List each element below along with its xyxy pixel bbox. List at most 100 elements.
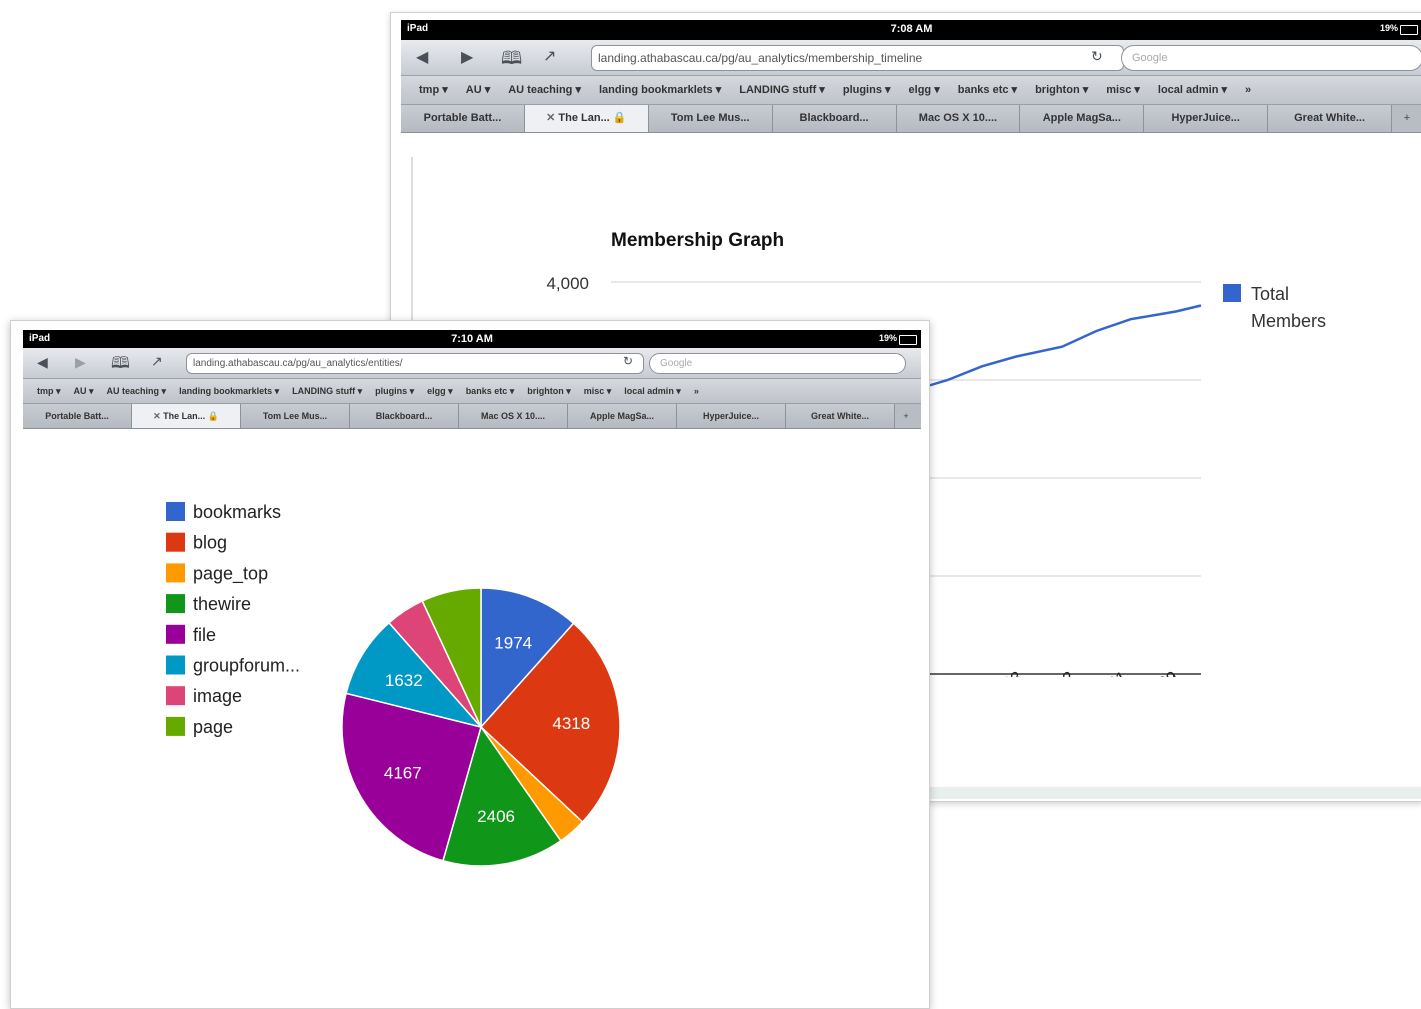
legend-swatch: [166, 655, 185, 675]
browser-tab[interactable]: HyperJuice...: [677, 404, 786, 428]
x-tick-label: 2011-08-03: [941, 668, 1025, 677]
tab-label: HyperJuice...: [1171, 112, 1240, 124]
search-field[interactable]: Google: [649, 353, 906, 374]
browser-tab[interactable]: ✕ The Lan... 🔒: [524, 105, 649, 132]
close-tab-icon[interactable]: ✕: [153, 411, 163, 421]
back-arrow-icon[interactable]: ◀: [416, 47, 428, 67]
bookmark-folder[interactable]: elgg ▾: [427, 379, 453, 403]
share-icon[interactable]: ↗: [151, 353, 163, 370]
tab-label: Tom Lee Mus...: [262, 411, 328, 421]
url-field[interactable]: landing.athabascau.ca/pg/au_analytics/en…: [186, 353, 644, 374]
bookmarks-book-icon[interactable]: 🕮: [501, 46, 522, 76]
close-tab-icon[interactable]: ✕: [546, 112, 558, 124]
url-field[interactable]: landing.athabascau.ca/pg/au_analytics/me…: [591, 45, 1124, 71]
bookmark-folder[interactable]: misc ▾: [1106, 76, 1140, 104]
reload-icon[interactable]: ↻: [1091, 48, 1103, 65]
battery-icon: [1400, 25, 1418, 35]
legend-swatch: [166, 502, 185, 521]
new-tab-plus-icon[interactable]: +: [895, 404, 917, 428]
new-tab-plus-icon[interactable]: +: [1392, 105, 1421, 132]
bookmark-folder[interactable]: LANDING stuff ▾: [739, 76, 825, 104]
bookmark-folder[interactable]: plugins ▾: [375, 379, 414, 403]
bookmark-folder[interactable]: misc ▾: [584, 379, 612, 403]
browser-tab[interactable]: Tom Lee Mus...: [241, 404, 350, 428]
tab-label: Mac OS X 10....: [480, 411, 546, 421]
status-time: 7:10 AM: [451, 333, 493, 345]
bookmark-folder[interactable]: landing bookmarklets ▾: [599, 76, 721, 104]
front-status-bar: iPad 7:10 AM 19%: [23, 330, 921, 348]
y-tick-label: 4,000: [546, 274, 589, 293]
front-browser-window: iPad 7:10 AM 19% ◀ ▶ 🕮 ↗ landing.athabas…: [10, 320, 930, 1009]
bookmark-folder[interactable]: landing bookmarklets ▾: [179, 379, 279, 403]
legend-label: image: [193, 686, 242, 706]
legend-label: file: [193, 625, 216, 645]
bookmark-folder[interactable]: tmp ▾: [419, 76, 448, 104]
bookmark-folder[interactable]: AU teaching ▾: [508, 76, 581, 104]
browser-tab[interactable]: Portable Batt...: [401, 105, 525, 132]
bookmark-folder[interactable]: local admin ▾: [1158, 76, 1227, 104]
browser-tab[interactable]: ✕ The Lan... 🔒: [132, 404, 241, 428]
front-ipad-screen: iPad 7:10 AM 19% ◀ ▶ 🕮 ↗ landing.athabas…: [23, 330, 921, 1008]
search-placeholder: Google: [1132, 52, 1168, 64]
bookmark-folder[interactable]: AU ▾: [466, 76, 490, 104]
url-text: landing.athabascau.ca/pg/au_analytics/me…: [598, 51, 923, 65]
bookmark-folder[interactable]: elgg ▾: [909, 76, 940, 104]
browser-tab[interactable]: Mac OS X 10....: [459, 404, 568, 428]
bookmark-folder[interactable]: AU teaching ▾: [107, 379, 167, 403]
bookmark-folder[interactable]: AU ▾: [74, 379, 94, 403]
entities-pie-chart: 1974 4318 2406 4167 1632 bookmarks blog page_to…: [166, 502, 621, 867]
legend-label: groupforum...: [193, 656, 300, 676]
back-arrow-icon[interactable]: ◀: [37, 354, 48, 371]
legend-swatch: [166, 686, 185, 706]
slice-data-label: 1974: [494, 634, 532, 653]
legend-label: page_top: [193, 563, 268, 584]
bookmark-folder[interactable]: »: [1245, 76, 1251, 104]
search-placeholder: Google: [660, 358, 693, 369]
forward-arrow-icon[interactable]: ▶: [461, 47, 473, 67]
legend-swatch: [166, 624, 185, 644]
front-page-content: 1974 4318 2406 4167 1632 bookmarks blog page_to…: [23, 437, 921, 1008]
tab-label: HyperJuice...: [702, 411, 760, 421]
bookmark-folder[interactable]: local admin ▾: [624, 379, 681, 403]
back-toolbar: ◀ ▶ 🕮 ↗ landing.athabascau.ca/pg/au_anal…: [401, 40, 1421, 76]
slice-data-label: 2406: [477, 807, 515, 826]
front-tab-bar: Portable Batt... ✕ The Lan... 🔒 Tom Lee Mu…: [23, 404, 921, 429]
browser-tab[interactable]: HyperJuice...: [1144, 105, 1269, 132]
legend-label: bookmarks: [193, 502, 281, 522]
legend-label: Total: [1251, 284, 1289, 304]
browser-tab[interactable]: Portable Batt...: [23, 404, 132, 428]
back-tab-bar: Portable Batt... ✕ The Lan... 🔒 Tom Lee Mu…: [401, 105, 1421, 133]
bookmark-folder[interactable]: brighton ▾: [1035, 76, 1088, 104]
tab-label: Blackboard...: [375, 411, 433, 421]
browser-tab[interactable]: Blackboard...: [772, 105, 897, 132]
browser-tab[interactable]: Blackboard...: [350, 404, 459, 428]
browser-tab[interactable]: Tom Lee Mus...: [648, 105, 773, 132]
tab-label: The Lan... 🔒: [558, 112, 627, 124]
bookmark-folder[interactable]: banks etc ▾: [958, 76, 1017, 104]
search-field[interactable]: Google: [1121, 45, 1421, 71]
browser-tab[interactable]: Mac OS X 10....: [896, 105, 1021, 132]
browser-tab[interactable]: Apple MagSa...: [568, 404, 677, 428]
bookmark-folder[interactable]: plugins ▾: [843, 76, 891, 104]
bookmark-folder[interactable]: banks etc ▾: [466, 379, 515, 403]
browser-tab[interactable]: Great White...: [786, 404, 895, 428]
bookmark-folder[interactable]: LANDING stuff ▾: [292, 379, 362, 403]
bookmarks-book-icon[interactable]: 🕮: [111, 352, 130, 379]
legend-swatch: [166, 563, 185, 583]
tab-label: Great White...: [1294, 112, 1366, 124]
forward-arrow-icon[interactable]: ▶: [75, 354, 86, 371]
browser-tab[interactable]: Apple MagSa...: [1020, 105, 1145, 132]
front-bookmarks-bar: tmp ▾ AU ▾ AU teaching ▾ landing bookmarkle…: [23, 379, 921, 404]
share-icon[interactable]: ↗: [543, 46, 556, 66]
bookmark-folder[interactable]: tmp ▾: [37, 379, 61, 403]
tab-label: Blackboard...: [799, 112, 869, 124]
back-status-bar: iPad 7:08 AM 19%: [401, 20, 1421, 40]
bookmark-folder[interactable]: »: [694, 379, 699, 403]
browser-tab[interactable]: Great White...: [1268, 105, 1392, 132]
battery-percent: 19%: [878, 333, 897, 343]
slice-data-label: 4167: [384, 763, 422, 782]
reload-icon[interactable]: ↻: [623, 354, 633, 368]
tab-label: Mac OS X 10....: [918, 112, 998, 124]
tab-label: Apple MagSa...: [589, 411, 654, 421]
bookmark-folder[interactable]: brighton ▾: [527, 379, 571, 403]
